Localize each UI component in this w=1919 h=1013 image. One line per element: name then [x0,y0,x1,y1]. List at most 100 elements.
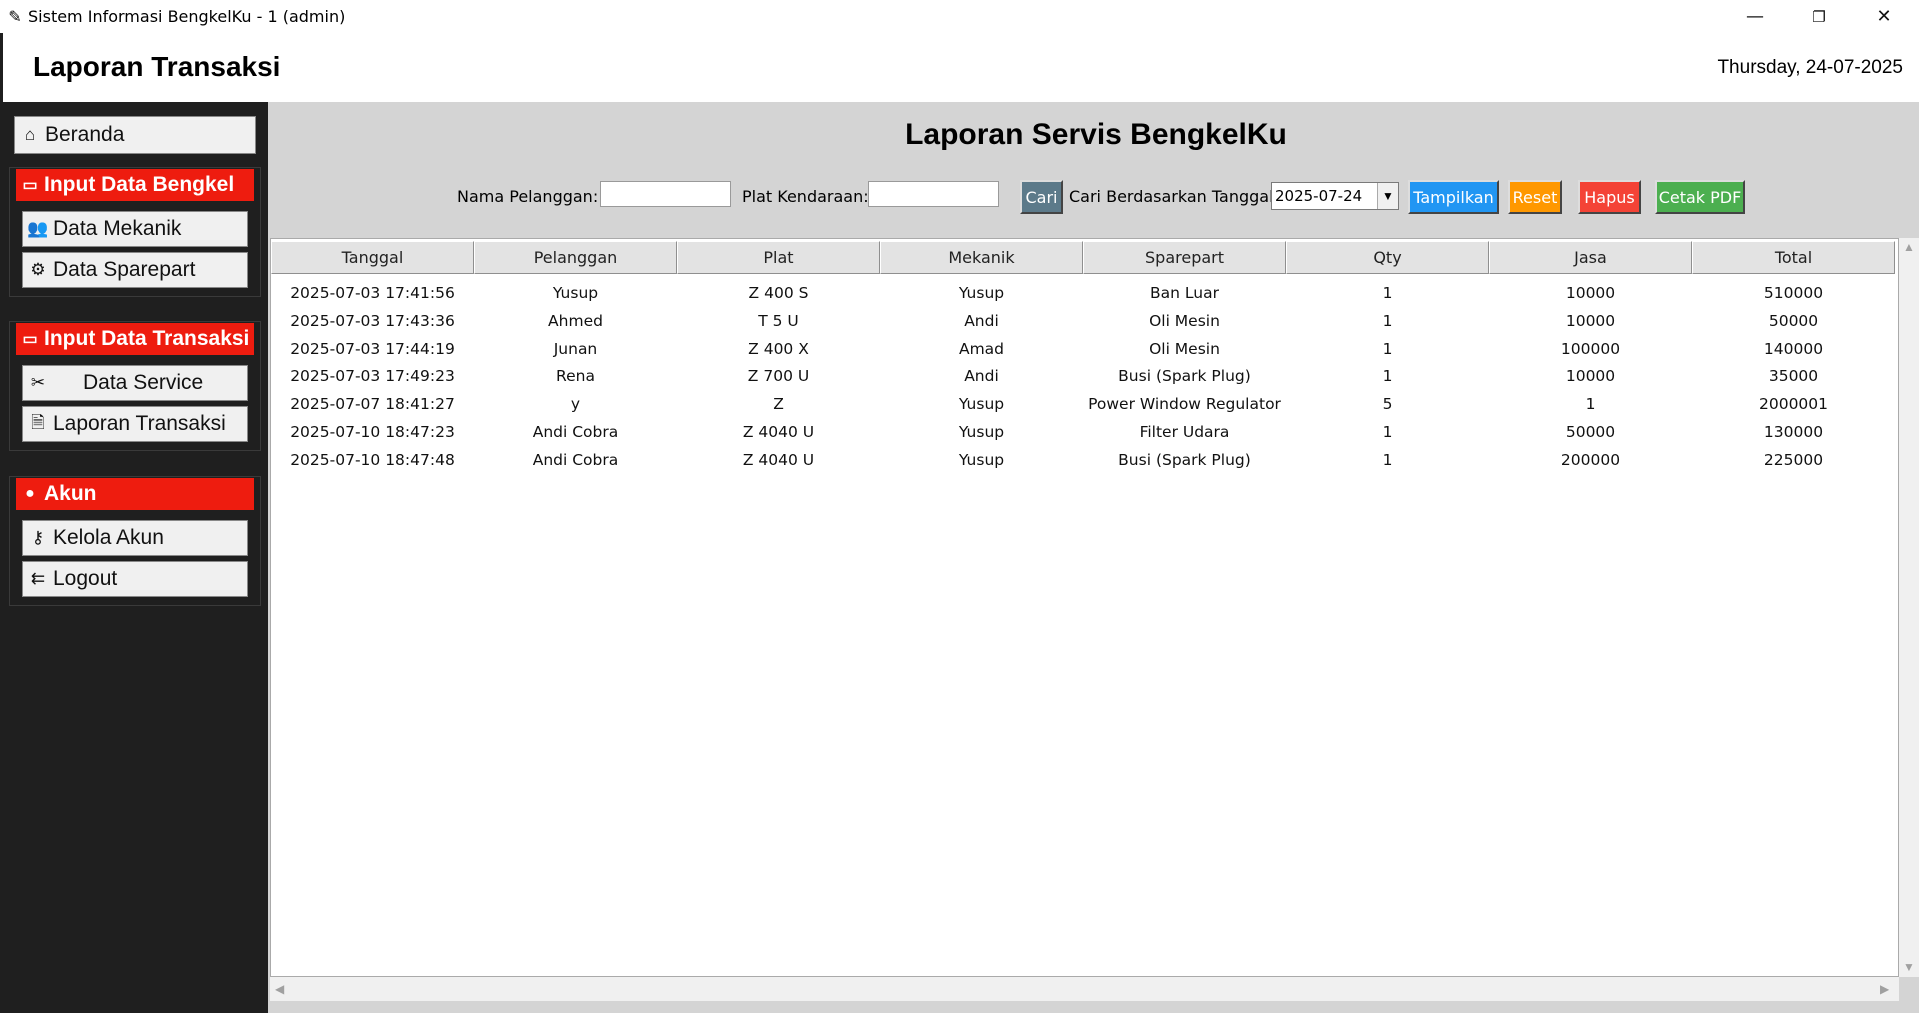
sidebar-item-label: Beranda [45,123,125,146]
home-icon: ⌂ [24,125,36,144]
date-filter-label: Cari Berdasarkan Tanggal: [1069,187,1279,206]
scroll-up-icon[interactable]: ▲ [1903,240,1915,254]
vertical-scrollbar[interactable]: ▲ ▼ [1899,238,1919,977]
transaction-table[interactable]: Tanggal Pelanggan Plat Mekanik Sparepart Qty J… [270,238,1899,977]
user-icon: ● [25,485,35,502]
report-title: Laporan Servis BengkelKu [905,118,1287,151]
customer-label: Nama Pelanggan: [457,187,599,206]
scroll-right-icon[interactable]: ▶ [1880,982,1889,996]
scroll-left-icon[interactable]: ◀ [275,982,284,996]
minimize-button[interactable]: — [1723,0,1787,33]
table-cell: 1 [1382,450,1393,469]
key-icon: ⚷ [31,528,45,547]
column-header[interactable]: Sparepart [1083,241,1286,274]
tools-icon: ✂ [30,373,46,392]
table-cell: 2025-07-10 18:47:48 [290,450,455,469]
table-cell: 10000 [1565,311,1616,330]
table-cell: 35000 [1768,367,1819,386]
table-cell: 130000 [1763,423,1824,441]
table-cell: 50000 [1565,423,1616,441]
table-row[interactable]: 2025-07-03 17:43:36 Ahmed T 5 U Andi Oli Mes… [271,307,1895,335]
feather-icon: ✎ [8,7,22,26]
table-row[interactable]: 2025-07-07 18:41:27 y Z Yusup Power Window R… [271,390,1895,418]
sidebar-item-label: Data Sparepart [53,258,196,281]
table-cell: 1 [1382,367,1393,386]
table-row[interactable]: 2025-07-03 17:44:19 Junan Z 400 X Amad Oli M… [271,335,1895,363]
table-row[interactable]: 2025-07-03 17:41:56 Yusup Z 400 S Yusup Ban … [271,279,1895,307]
table-cell: 50000 [1768,311,1819,330]
table-cell: Z 4040 U [742,450,815,469]
reset-button[interactable]: Reset [1508,180,1562,214]
restore-button[interactable]: ❐ [1787,0,1851,33]
sidebar-item-data-mekanik[interactable]: 👥 Data Mekanik [22,211,248,247]
table-cell: 1 [1382,339,1393,358]
table-row[interactable]: 2025-07-10 18:47:48 Andi Cobra Z 4040 U Yus… [271,446,1895,474]
table-cell: Ahmed [548,311,603,330]
plate-input[interactable] [868,181,999,207]
table-cell: Andi [964,367,999,386]
sidebar-item-data-service[interactable]: ✂ Data Service [22,365,248,401]
delete-button[interactable]: Hapus [1578,180,1641,214]
table-header: Tanggal Pelanggan Plat Mekanik Sparepart Qty J… [271,241,1895,274]
column-header[interactable]: Tanggal [271,241,474,274]
table-cell: 1 [1382,284,1393,302]
sidebar: ⌂ Beranda ▭ Input Data Bengkel 👥 Data Me… [0,102,268,1013]
column-header[interactable]: Total [1692,241,1895,274]
close-button[interactable]: ✕ [1852,0,1916,33]
sidebar-item-label: Data Service [83,371,204,394]
sidebar-item-label: Kelola Akun [53,526,164,549]
chevron-down-icon[interactable]: ▼ [1377,183,1398,209]
table-cell: 1 [1382,423,1393,441]
sidebar-item-data-sparepart[interactable]: ⚙ Data Sparepart [22,252,248,288]
table-cell: 1 [1382,311,1393,330]
table-cell: Z 400 S [748,284,809,302]
sidebar-item-beranda[interactable]: ⌂ Beranda [14,116,256,154]
column-header[interactable]: Mekanik [880,241,1083,274]
sidebar-item-kelola-akun[interactable]: ⚷ Kelola Akun [22,520,248,556]
table-cell: 5 [1382,395,1393,414]
table-cell: 140000 [1763,339,1824,358]
table-cell: Junan [553,339,598,358]
folder-icon: ▭ [22,331,38,348]
table-cell: Busi (Spark Plug) [1118,450,1251,469]
bottom-strip [268,1001,1919,1013]
table-cell: Yusup [958,423,1005,441]
search-button[interactable]: Cari [1020,180,1063,214]
table-row[interactable]: 2025-07-10 18:47:23 Andi Cobra Z 4040 U Yus… [271,418,1895,446]
users-icon: 👥 [27,219,49,238]
table-cell: Z 4040 U [742,423,815,441]
page-header: Laporan Transaksi Thursday, 24-07-2025 [0,33,1919,102]
date-picker[interactable]: 2025-07-24 ▼ [1271,182,1399,210]
sidebar-item-label: Laporan Transaksi [53,412,226,435]
table-cell: Andi [964,311,999,330]
plate-label: Plat Kendaraan: [742,187,869,206]
document-icon: 🗎 [31,412,45,432]
table-cell: y [570,395,581,414]
table-cell: 2025-07-10 18:47:23 [290,423,455,441]
window-titlebar: ✎ Sistem Informasi BengkelKu - 1 (admin)… [0,0,1919,33]
column-header[interactable]: Plat [677,241,880,274]
page-title: Laporan Transaksi [33,51,281,82]
table-cell: T 5 U [758,311,799,330]
sidebar-item-logout[interactable]: ⇇ Logout [22,561,248,597]
column-header[interactable]: Qty [1286,241,1489,274]
table-cell: 2025-07-07 18:41:27 [290,395,455,414]
logout-icon: ⇇ [30,569,46,588]
column-header[interactable]: Pelanggan [474,241,677,274]
customer-input[interactable] [600,181,731,207]
table-row[interactable]: 2025-07-03 17:49:23 Rena Z 700 U Andi Busi (… [271,362,1895,390]
table-cell: 200000 [1560,450,1621,469]
table-cell: Z [773,395,784,414]
show-button[interactable]: Tampilkan [1408,180,1499,214]
scroll-down-icon[interactable]: ▼ [1903,960,1915,974]
horizontal-scrollbar[interactable]: ◀ ▶ [270,977,1899,1001]
table-cell: 10000 [1565,367,1616,386]
sidebar-item-label: Data Mekanik [53,217,182,240]
table-cell: Ban Luar [1150,284,1219,302]
table-cell: 510000 [1763,284,1824,302]
sidebar-item-laporan-transaksi[interactable]: 🗎 Laporan Transaksi [22,406,248,442]
sidebar-header-input-data-bengkel: ▭ Input Data Bengkel [16,169,254,201]
print-pdf-button[interactable]: Cetak PDF [1655,180,1745,214]
table-cell: Filter Udara [1139,423,1230,441]
column-header[interactable]: Jasa [1489,241,1692,274]
